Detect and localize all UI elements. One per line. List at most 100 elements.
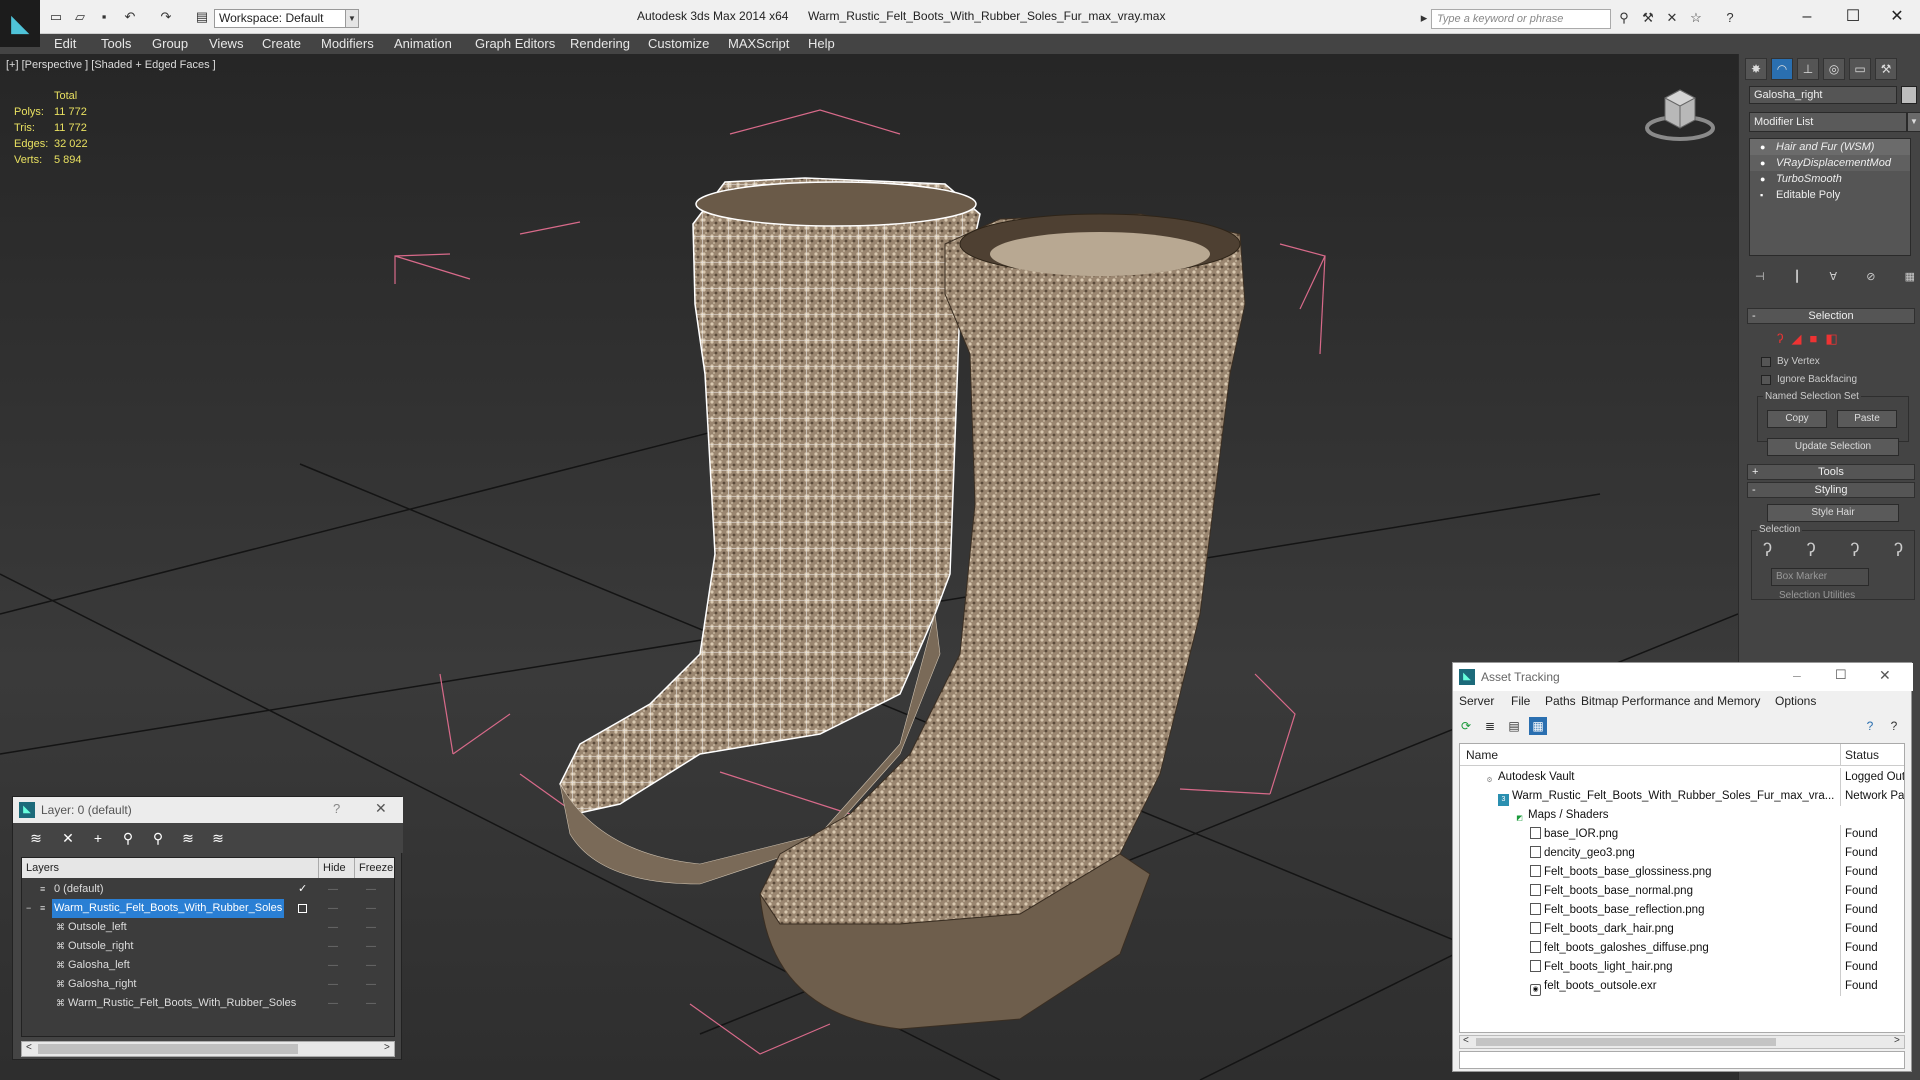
expand-search-icon[interactable]: ▸ (1416, 10, 1432, 26)
column-hide[interactable]: Hide (318, 858, 346, 878)
collapse-icon[interactable]: − (26, 899, 31, 918)
scrollbar-thumb[interactable] (1476, 1038, 1776, 1046)
grid-view-icon[interactable]: ▦ (1529, 717, 1547, 735)
close-icon[interactable]: ✕ (375, 800, 387, 817)
asset-row[interactable]: Felt_boots_base_reflection.png Found (1460, 901, 1904, 920)
layer-row[interactable]: ⌘ Outsole_left — — (22, 918, 394, 937)
workspace-dropdown-arrow-icon[interactable]: ▼ (345, 9, 359, 28)
maximize-button[interactable]: ☐ (1830, 6, 1876, 28)
asset-row[interactable]: ◩ Maps / Shaders (1460, 806, 1904, 825)
menu-maxscript[interactable]: MAXScript (728, 34, 789, 54)
select-hair-icon[interactable]: ʔ (1763, 540, 1772, 562)
layer-dialog-titlebar[interactable]: Layer: 0 (default) (13, 797, 403, 823)
minimize-button[interactable]: – (1793, 667, 1801, 683)
menu-bitmap-performance[interactable]: Bitmap Performance and Memory (1581, 691, 1760, 711)
menu-views[interactable]: Views (209, 34, 243, 54)
motion-tab-icon[interactable]: ◎ (1823, 58, 1845, 80)
layer-row[interactable]: ⌘ Galosha_right — — (22, 975, 394, 994)
project-folder-icon[interactable]: ▤ (194, 9, 210, 25)
expand-plus-icon[interactable]: ▪ (1760, 187, 1770, 203)
search-input[interactable]: Type a keyword or phrase (1431, 9, 1611, 29)
layer-row[interactable]: ⌘ Outsole_right — — (22, 937, 394, 956)
guides-icon[interactable]: ʔ (1777, 331, 1784, 347)
layer-name[interactable]: Outsole_left (68, 918, 127, 937)
box-marker-dropdown[interactable]: Box Marker (1771, 568, 1869, 586)
stack-item-editable-poly[interactable]: ▪ Editable Poly (1750, 187, 1910, 203)
layer-row[interactable]: − ≡ Warm_Rustic_Felt_Boots_With_Rubber_S… (22, 899, 394, 918)
asset-row[interactable]: Felt_boots_light_hair.png Found (1460, 958, 1904, 977)
open-file-icon[interactable]: ▱ (72, 9, 88, 25)
asset-row[interactable]: felt_boots_galoshes_diffuse.png Found (1460, 939, 1904, 958)
layer-row[interactable]: ≡ 0 (default) ✓ — — (22, 880, 394, 899)
scroll-left-icon[interactable]: < (26, 1042, 32, 1053)
modifier-stack[interactable]: ● Hair and Fur (WSM) ● VRayDisplacementMod… (1749, 138, 1911, 256)
menu-customize[interactable]: Customize (648, 34, 709, 54)
menu-edit[interactable]: Edit (54, 34, 76, 54)
object-name-field[interactable]: Galosha_right (1749, 86, 1897, 104)
asset-row[interactable]: 3 Warm_Rustic_Felt_Boots_With_Rubber_Sole… (1460, 787, 1904, 806)
scroll-right-icon[interactable]: > (384, 1042, 390, 1053)
freeze-toggle[interactable]: — (366, 918, 376, 937)
freeze-toggle[interactable]: — (366, 994, 376, 1013)
menu-options[interactable]: Options (1775, 691, 1816, 711)
redo-icon[interactable]: ↷ (158, 9, 174, 25)
layer-list[interactable]: Layers Hide Freeze ≡ 0 (default) ✓ — — −… (21, 857, 395, 1037)
menu-file[interactable]: File (1511, 691, 1530, 711)
communication-center-icon[interactable]: ✕ (1664, 10, 1680, 26)
paste-button[interactable]: Paste (1837, 410, 1897, 428)
face-icon[interactable]: ◢ (1792, 331, 1802, 347)
layer-horizontal-scrollbar[interactable]: < > (21, 1041, 395, 1057)
menu-create[interactable]: Create (262, 34, 301, 54)
by-vertex-checkbox[interactable]: By Vertex (1761, 356, 1820, 367)
update-selection-button[interactable]: Update Selection (1767, 438, 1899, 456)
help-icon[interactable]: ? (1861, 717, 1879, 735)
layer-name[interactable]: Warm_Rustic_Felt_Boots_With_Rubber_Soles (52, 899, 285, 918)
help-icon[interactable]: ? (1722, 10, 1738, 26)
asset-list[interactable]: Name Status ⚙Autodesk VaultLogged Out ..… (1459, 743, 1905, 1033)
app-logo-icon[interactable]: ◣ (0, 0, 40, 47)
column-name[interactable]: Name (1466, 744, 1498, 766)
column-freeze[interactable]: Freeze (354, 858, 393, 878)
viewport-label[interactable]: [+] [Perspective ] [Shaded + Edged Faces… (6, 59, 216, 71)
highlight-layer-icon[interactable]: ⚲ (149, 829, 167, 847)
column-layers[interactable]: Layers (26, 858, 59, 878)
stack-item-turbosmooth[interactable]: ● TurboSmooth (1750, 171, 1910, 187)
scroll-right-icon[interactable]: > (1894, 1035, 1900, 1046)
modifier-list-dropdown[interactable]: Modifier List (1749, 112, 1907, 132)
show-end-result-icon[interactable]: ┃ (1794, 270, 1801, 286)
asset-row[interactable]: dencity_geo3.png Found (1460, 844, 1904, 863)
asset-row[interactable]: ⚙Autodesk VaultLogged Out ... (1460, 768, 1904, 787)
layer-name[interactable]: Warm_Rustic_Felt_Boots_With_Rubber_Soles (68, 994, 296, 1013)
create-tab-icon[interactable]: ✸ (1745, 58, 1767, 80)
hide-toggle[interactable]: — (328, 994, 338, 1013)
scrollbar-thumb[interactable] (38, 1044, 298, 1054)
current-layer-box-icon[interactable] (298, 904, 307, 913)
minimize-button[interactable]: – (1784, 6, 1830, 28)
menu-modifiers[interactable]: Modifiers (321, 34, 374, 54)
help-button[interactable]: ? (333, 801, 340, 816)
stack-item-vray-displacement[interactable]: ● VRayDisplacementMod (1750, 155, 1910, 171)
layer-name[interactable]: Galosha_left (68, 956, 130, 975)
asset-row[interactable]: Felt_boots_base_glossiness.png Found (1460, 863, 1904, 882)
rotate-hair-selection-icon[interactable]: ʔ (1894, 540, 1903, 562)
layer-name[interactable]: Galosha_right (68, 975, 137, 994)
hide-toggle[interactable]: — (328, 899, 338, 918)
asset-row[interactable]: ◉ felt_boots_outsole.exr Found (1460, 977, 1904, 996)
asset-horizontal-scrollbar[interactable]: < > (1459, 1035, 1905, 1049)
ignore-backfacing-checkbox[interactable]: Ignore Backfacing (1761, 374, 1857, 385)
rollout-selection[interactable]: - Selection (1747, 308, 1915, 324)
remove-modifier-icon[interactable]: ⊘ (1866, 270, 1875, 286)
freeze-toggle[interactable]: — (366, 880, 376, 899)
object-color-swatch[interactable] (1901, 86, 1917, 104)
hide-toggle[interactable]: — (328, 937, 338, 956)
stack-item-hair-and-fur[interactable]: ● Hair and Fur (WSM) (1750, 139, 1910, 155)
new-layer-icon[interactable]: ≋ (27, 829, 45, 847)
context-help-icon[interactable]: ? (1885, 717, 1903, 735)
grow-hair-selection-icon[interactable]: ʔ (1807, 540, 1816, 562)
freeze-toggle[interactable]: — (366, 975, 376, 994)
freeze-all-layers-icon[interactable]: ≋ (209, 829, 227, 847)
layer-name[interactable]: 0 (default) (52, 880, 106, 899)
element-icon[interactable]: ◧ (1825, 331, 1837, 347)
refresh-icon[interactable]: ⟳ (1457, 717, 1475, 735)
menu-group[interactable]: Group (152, 34, 188, 54)
